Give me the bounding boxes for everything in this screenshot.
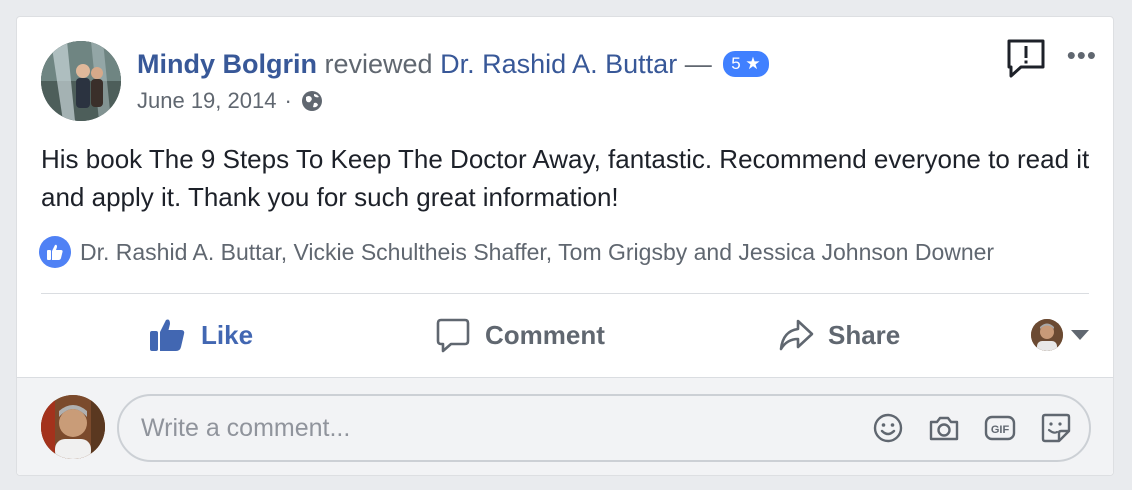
camera-icon[interactable]: [927, 411, 961, 445]
chevron-down-icon: [1071, 330, 1089, 340]
comment-input[interactable]: [119, 413, 849, 443]
reviewer-avatar[interactable]: [41, 41, 121, 121]
review-date[interactable]: June 19, 2014: [137, 87, 276, 115]
review-subject[interactable]: Dr. Rashid A. Buttar: [440, 49, 677, 79]
thumbs-up-icon: [150, 319, 185, 351]
share-label: Share: [828, 319, 901, 350]
like-button[interactable]: Like: [149, 313, 253, 357]
review-header: Mindy Bolgrin reviewed Dr. Rashid A. But…: [137, 47, 769, 81]
reviewer-name[interactable]: Mindy Bolgrin: [137, 49, 317, 79]
like-label: Like: [201, 319, 254, 350]
comment-area: GIF: [17, 377, 1113, 475]
review-meta: June 19, 2014 ·: [137, 87, 324, 115]
likers-list: Dr. Rashid A. Buttar, Vickie Schultheis …: [80, 238, 995, 265]
share-button[interactable]: Share: [778, 313, 900, 357]
globe-icon[interactable]: [300, 89, 324, 113]
meta-dot: ·: [284, 88, 292, 113]
rating-badge: 5 ★: [723, 51, 769, 77]
reaction-identity-selector[interactable]: [1031, 313, 1089, 357]
user-avatar-small: [1031, 319, 1063, 351]
current-user-avatar[interactable]: [41, 395, 105, 459]
comment-button[interactable]: Comment: [435, 313, 605, 357]
post-top-icons: •••: [1005, 37, 1097, 79]
action-bar: Like Comment Share: [41, 313, 1089, 357]
gif-icon[interactable]: GIF: [983, 411, 1017, 445]
header-separator: —: [684, 49, 712, 79]
review-card: Mindy Bolgrin reviewed Dr. Rashid A. But…: [16, 16, 1114, 476]
sticker-icon[interactable]: [1039, 411, 1073, 445]
comment-box: GIF: [117, 394, 1091, 462]
reactions-summary[interactable]: Dr. Rashid A. Buttar, Vickie Schultheis …: [39, 236, 994, 268]
comment-box-icons: GIF: [849, 411, 1089, 445]
comment-label: Comment: [485, 319, 605, 350]
divider: [41, 293, 1089, 294]
share-arrow-icon: [779, 319, 814, 351]
review-text: His book The 9 Steps To Keep The Doctor …: [41, 144, 1090, 212]
more-options-icon[interactable]: •••: [1067, 42, 1097, 68]
svg-text:GIF: GIF: [991, 424, 1010, 436]
review-action-text: reviewed: [324, 49, 433, 79]
comment-bubble-icon: [436, 318, 470, 353]
emoji-icon[interactable]: [871, 411, 905, 445]
like-badge-icon: [39, 236, 71, 268]
report-icon[interactable]: [1005, 37, 1047, 79]
